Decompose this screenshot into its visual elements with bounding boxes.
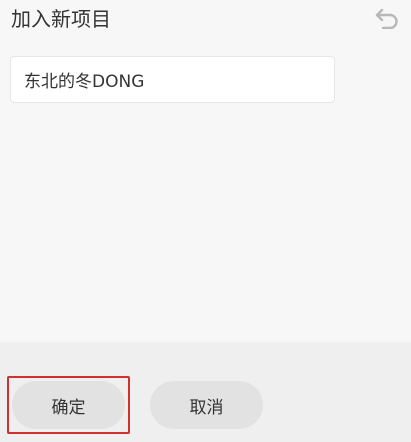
back-button[interactable] (373, 4, 401, 32)
add-project-dialog: 加入新项目 确定 取消 (0, 0, 411, 442)
dialog-title: 加入新项目 (11, 7, 111, 31)
cancel-button[interactable]: 取消 (150, 381, 263, 429)
dialog-header: 加入新项目 (0, 0, 411, 40)
dialog-content (0, 40, 411, 342)
dialog-footer: 确定 取消 (0, 342, 411, 442)
confirm-button[interactable]: 确定 (12, 381, 125, 429)
project-name-input[interactable] (10, 56, 335, 103)
undo-arrow-icon (374, 7, 400, 29)
